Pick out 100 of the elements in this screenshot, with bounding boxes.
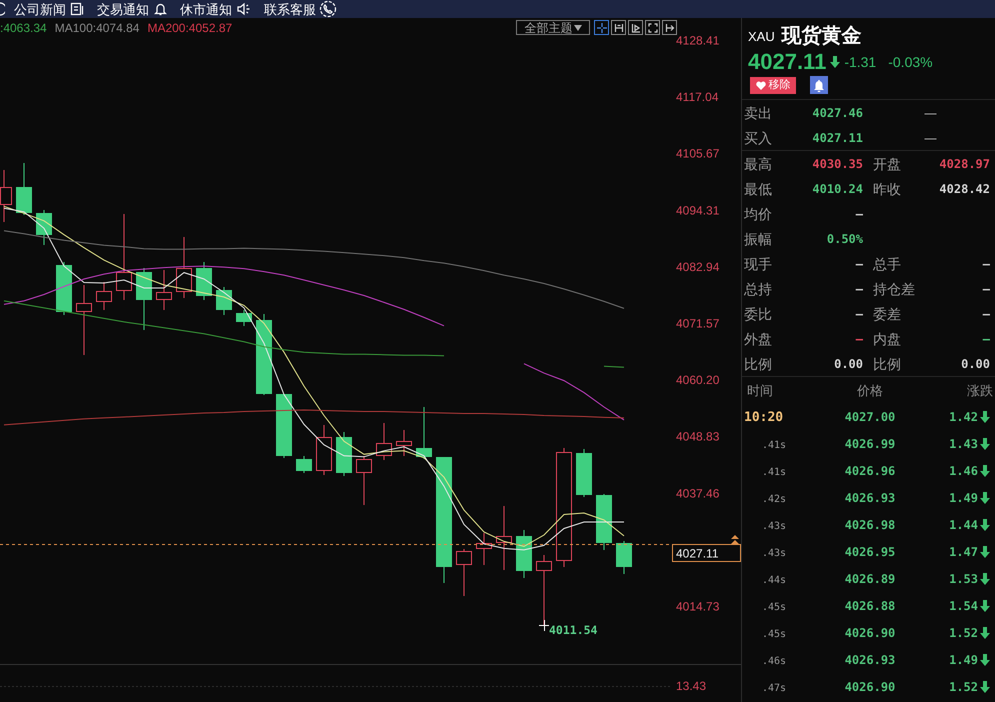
quote-value: 0.00 xyxy=(961,356,990,372)
menu-link[interactable]: 交易通知 xyxy=(97,2,149,16)
tick-change: 1.46 xyxy=(949,464,978,476)
tick-time: .41s xyxy=(761,440,786,450)
symbol-code: XAU xyxy=(748,30,775,43)
chart-tool-button[interactable] xyxy=(594,20,609,35)
candlestick xyxy=(156,270,172,310)
quote-value: 0.50% xyxy=(826,230,863,248)
price-change: -1.31 xyxy=(844,55,876,69)
cross-icon xyxy=(538,620,550,632)
ref-line-label: 4027.11 xyxy=(676,546,719,560)
tick-time: .44s xyxy=(761,574,786,586)
quote-value: 4010.24 xyxy=(812,180,863,198)
tick-price: 4026.98 xyxy=(844,518,896,530)
tick-change: 1.49 xyxy=(949,654,978,666)
tick-price: 4026.89 xyxy=(844,572,896,584)
tick-price: 4026.93 xyxy=(844,492,896,504)
menu-link[interactable]: 联系客服 xyxy=(264,2,316,16)
current-price-tag: 4027.11 xyxy=(672,544,741,562)
caret-icon xyxy=(574,24,582,30)
tick-price: 4026.95 xyxy=(844,546,896,558)
alert-button[interactable] xyxy=(810,76,828,94)
quote-label: 现手 xyxy=(744,256,772,270)
indicator-axis-label: 13.43 xyxy=(676,679,706,693)
candlestick xyxy=(96,282,112,310)
legend-text: MA100:4074.84 xyxy=(54,22,140,34)
candlestick xyxy=(196,262,212,300)
candlestick xyxy=(176,236,192,298)
quote-label: 最低 xyxy=(744,182,772,196)
quote-volume: — xyxy=(924,106,936,118)
legend-text: MA200:4052.87 xyxy=(147,22,232,34)
quote-label: 内盘 xyxy=(873,332,901,346)
quote-label: 振幅 xyxy=(744,232,772,246)
quote-value: 4030.35 xyxy=(812,156,863,172)
candlestick xyxy=(376,422,392,460)
quote-value: — xyxy=(856,330,863,348)
tick-time: .42s xyxy=(761,494,786,504)
candlestick xyxy=(0,170,12,222)
price-axis-label: 4105.67 xyxy=(676,146,720,161)
bracket-icon xyxy=(614,22,624,32)
quote-label: 持仓差 xyxy=(873,282,915,296)
column-header: 时间 xyxy=(746,384,774,396)
candlestick xyxy=(516,530,532,578)
bell-icon xyxy=(154,2,167,16)
chart-tool-button[interactable] xyxy=(662,20,677,35)
price-axis-label: 4037.46 xyxy=(676,486,720,500)
tick-change: 1.47 xyxy=(949,546,978,558)
quote-value: — xyxy=(982,280,990,298)
quote-volume: — xyxy=(924,132,936,144)
candlestick xyxy=(216,286,232,316)
quote-label: 最高 xyxy=(744,156,772,170)
candlestick xyxy=(236,310,252,326)
remove-button[interactable]: 移除 xyxy=(750,76,796,94)
quote-label: 卖出 xyxy=(744,106,772,120)
menu-link[interactable]: 公司新闻 xyxy=(14,2,66,16)
tick-time: 10:20 xyxy=(743,410,784,424)
candlestick xyxy=(576,448,592,498)
menu-link[interactable]: 休市通知 xyxy=(180,2,232,16)
bell-icon xyxy=(813,78,825,92)
speaker-icon xyxy=(237,2,251,16)
quote-label: 比例 xyxy=(744,356,772,370)
tick-change: 1.42 xyxy=(949,410,978,422)
candlestick xyxy=(416,406,432,460)
price-axis-label: 4082.94 xyxy=(676,260,720,274)
play-bar-icon xyxy=(630,22,640,32)
candlestick xyxy=(76,284,92,356)
candlestick xyxy=(496,506,512,570)
chart-tool-button[interactable] xyxy=(645,20,660,35)
price-axis-label: 4014.73 xyxy=(676,600,720,614)
tick-price: 4026.90 xyxy=(844,680,896,692)
candlestick xyxy=(476,532,492,566)
chart-tool-button[interactable] xyxy=(628,20,643,35)
price-axis-label: 4094.31 xyxy=(676,203,720,218)
quote-label: 开盘 xyxy=(873,156,901,170)
tick-price: 4026.88 xyxy=(844,600,896,612)
quote-value: 4027.11 xyxy=(812,130,863,146)
column-header: 涨跌 xyxy=(966,384,994,396)
tick-change: 1.53 xyxy=(949,572,978,584)
tick-time: .41s xyxy=(761,466,786,478)
arrow-bar-icon xyxy=(664,22,674,32)
candlestick xyxy=(616,540,632,574)
tick-change: 1.49 xyxy=(949,492,978,504)
quote-value: — xyxy=(982,256,990,272)
document-icon xyxy=(70,2,84,16)
theme-select[interactable]: 全部主题 xyxy=(516,20,590,35)
tick-time: .45s xyxy=(761,628,786,640)
quote-value: — xyxy=(982,306,990,322)
tick-price: 4026.93 xyxy=(844,654,896,666)
candlestick xyxy=(276,394,292,458)
tick-time: .45s xyxy=(761,602,786,612)
quote-value: — xyxy=(856,280,863,298)
quote-label: 买入 xyxy=(744,130,772,144)
tick-time: .43s xyxy=(761,520,786,532)
price-axis-label: 4060.20 xyxy=(676,373,720,388)
candlestick xyxy=(36,210,52,246)
quote-value: — xyxy=(856,256,863,272)
chart-tool-button[interactable] xyxy=(611,20,626,35)
candlestick xyxy=(536,554,552,626)
tick-price: 4026.96 xyxy=(844,464,896,476)
candlestick xyxy=(16,162,32,216)
